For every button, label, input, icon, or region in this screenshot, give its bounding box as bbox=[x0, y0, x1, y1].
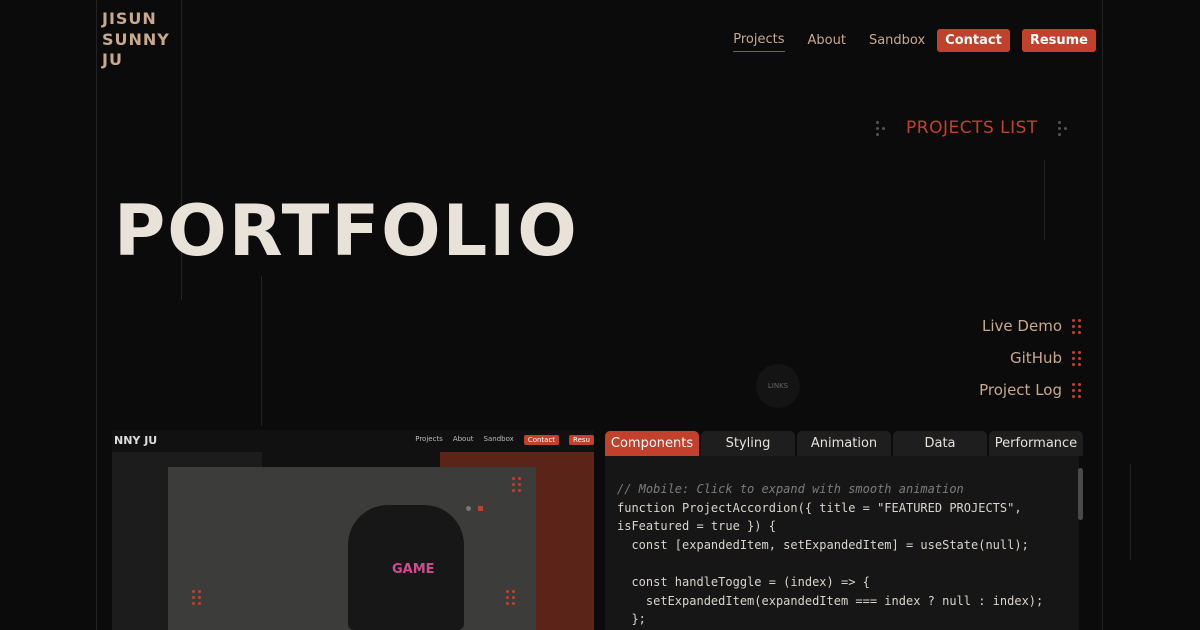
tab-components[interactable]: Components bbox=[605, 431, 699, 456]
dots-icon bbox=[1072, 318, 1082, 334]
nav-projects[interactable]: Projects bbox=[733, 28, 785, 52]
hoodie-image: GAME bbox=[348, 505, 464, 630]
dots-icon bbox=[512, 477, 522, 492]
code-line: isFeatured = true }) { bbox=[617, 519, 776, 534]
preview-nav: Projects About Sandbox Contact Resu bbox=[415, 435, 594, 445]
code-line: const [expandedItem, setExpandedItem] = … bbox=[617, 537, 1029, 552]
resume-button[interactable]: Resume bbox=[1021, 28, 1096, 52]
frame-line bbox=[1102, 0, 1103, 630]
project-links: Live Demo GitHub Project Log bbox=[979, 310, 1082, 406]
preview-nav-item: Sandbox bbox=[483, 435, 514, 443]
preview-nav-item: Projects bbox=[415, 435, 443, 443]
preview-contact: Contact bbox=[523, 435, 560, 445]
frame-line bbox=[1130, 464, 1131, 560]
dots-icon bbox=[1072, 350, 1082, 366]
code-line: const handleToggle = (index) => { bbox=[617, 574, 870, 589]
code-panel[interactable]: // Mobile: Click to expand with smooth a… bbox=[605, 456, 1079, 630]
preview-nav-item: About bbox=[452, 435, 474, 443]
tab-styling[interactable]: Styling bbox=[701, 431, 795, 456]
code-line: }; bbox=[617, 612, 646, 627]
dot-indicator-icon bbox=[478, 506, 483, 511]
live-demo-link[interactable]: Live Demo bbox=[979, 310, 1082, 342]
tab-data[interactable]: Data bbox=[893, 431, 987, 456]
preview-resume: Resu bbox=[569, 435, 594, 445]
page-title: PORTFOLIO bbox=[114, 190, 579, 272]
tab-animation[interactable]: Animation bbox=[797, 431, 891, 456]
frame-line bbox=[261, 276, 262, 426]
dots-icon bbox=[1072, 382, 1082, 398]
dot-indicator-icon bbox=[466, 506, 471, 511]
code-scrollbar[interactable] bbox=[1078, 468, 1083, 520]
hoodie-graphic: GAME bbox=[392, 562, 435, 577]
tab-performance[interactable]: Performance bbox=[989, 431, 1083, 456]
project-log-link[interactable]: Project Log bbox=[979, 374, 1082, 406]
live-demo-label: Live Demo bbox=[982, 317, 1062, 335]
projects-list-label: PROJECTS LIST bbox=[906, 118, 1038, 138]
github-link[interactable]: GitHub bbox=[979, 342, 1082, 374]
code-line: function ProjectAccordion({ title = "FEA… bbox=[617, 500, 1022, 515]
code-comment: // Mobile: Click to expand with smooth a… bbox=[617, 482, 964, 496]
links-badge: LINKS bbox=[756, 364, 800, 408]
frame-line bbox=[1044, 160, 1045, 240]
code-line: setExpandedItem(expandedItem === index ?… bbox=[617, 593, 1044, 608]
brand-logo[interactable]: JISUN SUNNY JU bbox=[102, 9, 170, 71]
preview-header: NNY JU Projects About Sandbox Contact Re… bbox=[112, 430, 594, 452]
preview-brand: NNY JU bbox=[114, 434, 158, 447]
projects-list-toggle[interactable]: PROJECTS LIST bbox=[876, 118, 1068, 138]
main-nav: Projects About Sandbox Contact Resume bbox=[710, 28, 1096, 52]
frame-line bbox=[96, 0, 97, 630]
code-tabs: Components Styling Animation Data Perfor… bbox=[605, 431, 1083, 456]
code-block: // Mobile: Click to expand with smooth a… bbox=[617, 480, 1043, 629]
contact-button[interactable]: Contact bbox=[937, 28, 1010, 52]
nav-about[interactable]: About bbox=[808, 29, 846, 52]
dots-icon bbox=[506, 590, 516, 605]
preview-product-card: GAME bbox=[168, 467, 536, 630]
dots-icon bbox=[876, 120, 886, 136]
github-label: GitHub bbox=[1010, 349, 1062, 367]
dots-icon bbox=[192, 590, 202, 605]
project-preview-image[interactable]: NNY JU Projects About Sandbox Contact Re… bbox=[112, 430, 594, 630]
nav-sandbox[interactable]: Sandbox bbox=[869, 29, 925, 52]
project-log-label: Project Log bbox=[979, 381, 1062, 399]
dots-icon bbox=[1057, 120, 1068, 136]
